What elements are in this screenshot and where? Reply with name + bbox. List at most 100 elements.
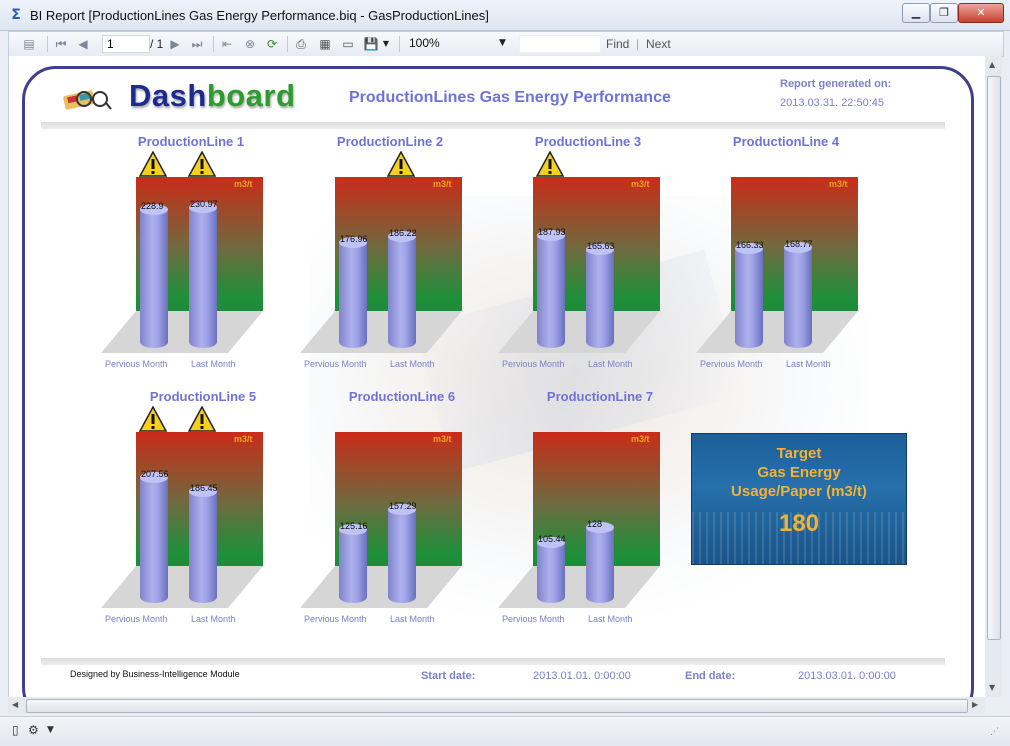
start-date-label: Start date: [421, 670, 476, 682]
data-label: 105.44 [538, 533, 566, 544]
warning-icon [139, 406, 167, 432]
chart-title: ProductionLine 6 [348, 389, 456, 404]
minimize-icon: ▁ [911, 6, 921, 19]
x-axis-label: Last Month [588, 359, 633, 369]
x-axis-label: Last Month [191, 614, 236, 624]
resize-grip-icon[interactable]: ⋰ [990, 727, 999, 737]
data-label: 125.16 [340, 521, 368, 532]
vertical-scrollbar[interactable]: ▲ ▼ [985, 56, 1002, 697]
horizontal-scroll-thumb[interactable] [26, 699, 968, 713]
x-axis-label: Pervious Month [304, 614, 367, 624]
scroll-left-icon[interactable]: ◀ [12, 700, 18, 710]
save-export-icon[interactable]: 💾 [363, 36, 379, 52]
data-label: 176.96 [340, 233, 368, 244]
print-icon[interactable]: ⎙ [293, 36, 309, 52]
page-setup-icon[interactable]: ▭ [340, 36, 356, 52]
find-link[interactable]: Find [606, 37, 629, 51]
x-axis-label: Last Month [390, 614, 435, 624]
maximize-icon: ❐ [939, 6, 949, 19]
chevron-down-icon[interactable]: ▼ [499, 35, 506, 51]
maximize-button[interactable]: ❐ [930, 3, 958, 23]
glasses-logo-icon [63, 90, 112, 110]
chart-floor [101, 311, 263, 353]
chart-panel: ProductionLine 7 m3/t 105.44 Pervious Month… [498, 389, 678, 629]
target-line3: Usage/Paper (m3/t) [731, 483, 867, 500]
generated-label: Report generated on: [780, 78, 892, 90]
bar [537, 229, 565, 348]
chart-unit-label: m3/t [433, 179, 452, 189]
find-separator: | [636, 37, 640, 51]
previous-page-icon[interactable]: ◀ [75, 36, 91, 52]
page-number-input[interactable]: 1 [102, 35, 150, 53]
scroll-right-icon[interactable]: ▶ [972, 700, 978, 710]
refresh-icon[interactable]: ⟳ [264, 36, 280, 52]
x-axis-label: Last Month [191, 359, 236, 369]
chart-panel: ProductionLine 4 m3/t 166.33 Pervious Month… [696, 134, 876, 374]
print-layout-icon[interactable]: ▦ [317, 36, 333, 52]
document-map-icon[interactable]: ▤ [21, 36, 37, 52]
next-link[interactable]: Next [646, 37, 671, 51]
close-button[interactable]: ✕ [958, 3, 1004, 23]
chart-title: ProductionLine 2 [336, 134, 444, 149]
settings-icon[interactable]: ⚙ [28, 723, 39, 737]
x-axis-label: Last Month [390, 359, 435, 369]
bar [586, 522, 614, 603]
chart-title: ProductionLine 3 [534, 134, 642, 149]
title-bar: Σ BI Report [ProductionLines Gas Energy … [0, 0, 1010, 31]
chart-panel: ProductionLine 5 m3/t 207.56 Pervious Month… [101, 389, 281, 629]
end-date-value: 2013.03.01. 0:00:00 [798, 670, 896, 682]
logo-text-part1: Dash [129, 78, 207, 113]
x-axis-label: Last Month [786, 359, 831, 369]
scroll-down-icon[interactable]: ▼ [989, 683, 995, 693]
warning-icon [387, 151, 415, 177]
chart-title: ProductionLine 1 [137, 134, 245, 149]
chart-unit-label: m3/t [829, 179, 848, 189]
back-icon[interactable]: ⇤ [219, 36, 235, 52]
bar [388, 503, 416, 603]
report-title: ProductionLines Gas Energy Performance [349, 89, 671, 106]
find-input[interactable] [519, 35, 601, 53]
bar [388, 230, 416, 348]
x-axis-label: Pervious Month [105, 359, 168, 369]
toolbar-separator [399, 36, 400, 52]
x-axis-label: Last Month [588, 614, 633, 624]
footer-credit: Designed by Business-Intelligence Module [70, 669, 240, 679]
header-rule [41, 122, 945, 129]
data-label: 166.33 [736, 240, 764, 251]
status-bar: ▯ ⚙ ▼ ⋰ [0, 716, 1010, 746]
scroll-up-icon[interactable]: ▲ [989, 60, 995, 70]
chart-panel: ProductionLine 2 m3/t 176.96 Pervious Month… [300, 134, 480, 374]
bar [784, 241, 812, 348]
vertical-scroll-thumb[interactable] [987, 76, 1001, 640]
minimize-button[interactable]: ▁ [902, 3, 930, 23]
data-label: 228.9 [141, 200, 164, 211]
data-label: 186.22 [389, 227, 417, 238]
chart-unit-label: m3/t [631, 434, 650, 444]
target-line2: Gas Energy [757, 464, 841, 481]
last-page-icon[interactable]: ⏭ [189, 36, 205, 52]
chart-unit-label: m3/t [631, 179, 650, 189]
sigma-icon[interactable]: Σ [8, 7, 24, 23]
chart-floor [101, 566, 263, 608]
status-page-icon[interactable]: ▯ [12, 723, 19, 737]
data-label: 230.97 [190, 199, 218, 210]
bar [140, 203, 168, 348]
data-label: 165.63 [587, 240, 615, 251]
stop-icon[interactable]: ⊗ [242, 36, 258, 52]
chart-title: ProductionLine 5 [149, 389, 257, 404]
bar [339, 524, 367, 603]
export-dropdown-icon[interactable]: ▼ [378, 36, 394, 52]
first-page-icon[interactable]: ⏮ [53, 36, 69, 52]
x-axis-label: Pervious Month [502, 359, 565, 369]
data-label: 187.93 [538, 226, 566, 237]
warning-icon [188, 406, 216, 432]
chart-title: ProductionLine 4 [732, 134, 840, 149]
chart-panel: ProductionLine 3 m3/t 187.93 Pervious Month… [498, 134, 678, 374]
bar [189, 202, 217, 348]
chart-unit-label: m3/t [234, 179, 253, 189]
next-page-icon[interactable]: ▶ [167, 36, 183, 52]
chart-floor [498, 311, 660, 353]
settings-dropdown-icon[interactable]: ▼ [47, 725, 54, 735]
horizontal-scrollbar[interactable]: ◀ ▶ [8, 697, 985, 714]
bar [140, 472, 168, 603]
